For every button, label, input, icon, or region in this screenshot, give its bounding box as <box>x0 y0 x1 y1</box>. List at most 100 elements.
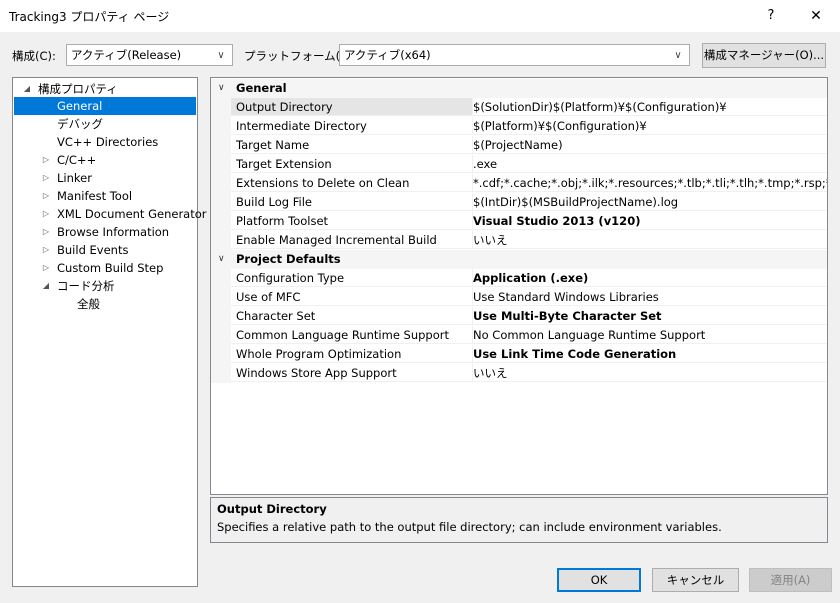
property-row-intermediate-directory[interactable]: Intermediate Directory $(Platform)¥$(Con… <box>211 117 827 136</box>
property-value[interactable]: $(ProjectName) <box>473 136 827 154</box>
window-title: Tracking3 プロパティ ページ <box>9 10 170 24</box>
tree-item-label: 全般 <box>77 297 100 311</box>
tree-item-label: C/C++ <box>57 153 97 167</box>
category-title: General <box>236 81 287 95</box>
tree-item-xml-document-generator[interactable]: ▷ XML Document Generator <box>13 205 207 223</box>
tree-item-code-analysis[interactable]: ◢ コード分析 <box>13 277 197 295</box>
tree-item-label: Linker <box>57 171 92 185</box>
collapse-icon[interactable]: ◢ <box>22 80 32 98</box>
property-name: Windows Store App Support <box>231 364 473 382</box>
expand-icon[interactable]: ▷ <box>41 151 51 169</box>
cancel-button[interactable]: キャンセル <box>652 568 739 592</box>
title-bar: Tracking3 プロパティ ページ ? ✕ <box>0 0 840 32</box>
property-value[interactable]: Use Standard Windows Libraries <box>473 288 827 306</box>
property-name: Whole Program Optimization <box>231 345 473 363</box>
property-value[interactable]: No Common Language Runtime Support <box>473 326 827 344</box>
property-value[interactable]: Visual Studio 2013 (v120) <box>473 212 827 230</box>
property-tree[interactable]: ◢ 構成プロパティ General デバッグ VC++ Directories … <box>12 77 207 587</box>
property-name: Build Log File <box>231 193 473 211</box>
tree-item-linker[interactable]: ▷ Linker <box>13 169 197 187</box>
property-row-target-name[interactable]: Target Name $(ProjectName) <box>211 136 827 155</box>
help-button[interactable]: ? <box>758 4 784 28</box>
property-value[interactable]: Application (.exe) <box>473 269 827 287</box>
property-name: Target Extension <box>231 155 473 173</box>
property-row-clr-support[interactable]: Common Language Runtime Support No Commo… <box>211 326 827 345</box>
property-value[interactable]: Use Link Time Code Generation <box>473 345 827 363</box>
chevron-down-icon: ∨ <box>217 49 225 61</box>
property-row-whole-program-optimization[interactable]: Whole Program Optimization Use Link Time… <box>211 345 827 364</box>
property-name: Common Language Runtime Support <box>231 326 473 344</box>
collapse-icon[interactable]: ◢ <box>41 277 51 295</box>
property-value[interactable]: $(Platform)¥$(Configuration)¥ <box>473 117 827 135</box>
property-name: Platform Toolset <box>231 212 473 230</box>
description-text: Specifies a relative path to the output … <box>217 520 722 534</box>
property-row-configuration-type[interactable]: Configuration Type Application (.exe) <box>211 269 827 288</box>
tree-item-label: Build Events <box>57 243 129 257</box>
config-manager-button[interactable]: 構成マネージャー(O)... <box>702 43 826 68</box>
expand-icon[interactable]: ▷ <box>41 205 51 223</box>
property-name: Output Directory <box>231 98 473 116</box>
property-value[interactable]: *.cdf;*.cache;*.obj;*.ilk;*.resources;*.… <box>473 174 827 192</box>
property-row-managed-incremental-build[interactable]: Enable Managed Incremental Build いいえ <box>211 231 827 250</box>
property-value[interactable]: いいえ <box>473 231 827 249</box>
tree-item-code-analysis-general[interactable]: 全般 <box>13 295 197 313</box>
property-name: Character Set <box>231 307 473 325</box>
config-select[interactable]: アクティブ(Release) ∨ <box>66 44 233 66</box>
tree-item-label: Browse Information <box>57 225 170 239</box>
property-value[interactable]: $(IntDir)$(MSBuildProjectName).log <box>473 193 827 211</box>
property-row-target-extension[interactable]: Target Extension .exe <box>211 155 827 174</box>
property-name: Intermediate Directory <box>231 117 473 135</box>
property-value[interactable]: .exe <box>473 155 827 173</box>
apply-button[interactable]: 適用(A) <box>749 568 832 592</box>
chevron-down-icon: ∨ <box>674 49 682 61</box>
close-icon[interactable]: ✕ <box>798 4 834 28</box>
expand-icon[interactable]: ▷ <box>41 223 51 241</box>
tree-item-label: General <box>57 99 103 113</box>
tree-item-label: コード分析 <box>57 279 115 293</box>
property-grid[interactable]: ∨ General Output Directory $(SolutionDir… <box>210 77 828 495</box>
tree-item-manifest-tool[interactable]: ▷ Manifest Tool <box>13 187 197 205</box>
tree-item-label: 構成プロパティ <box>38 82 118 96</box>
property-row-build-log-file[interactable]: Build Log File $(IntDir)$(MSBuildProject… <box>211 193 827 212</box>
property-row-extensions-to-delete[interactable]: Extensions to Delete on Clean *.cdf;*.ca… <box>211 174 827 193</box>
config-label: 構成(C): <box>12 49 56 63</box>
tree-item-build-events[interactable]: ▷ Build Events <box>13 241 197 259</box>
property-row-windows-store-app-support[interactable]: Windows Store App Support いいえ <box>211 364 827 383</box>
category-general[interactable]: ∨ General <box>211 79 827 98</box>
property-row-output-directory[interactable]: Output Directory $(SolutionDir)$(Platfor… <box>211 98 827 117</box>
tree-item-vc-directories[interactable]: VC++ Directories <box>13 133 197 151</box>
property-name: Enable Managed Incremental Build <box>231 231 473 249</box>
expand-icon[interactable]: ▷ <box>41 259 51 277</box>
collapse-chevron-icon[interactable]: ∨ <box>218 250 225 269</box>
tree-item-label: デバッグ <box>57 117 103 131</box>
config-select-value: アクティブ(Release) <box>71 48 182 62</box>
property-value[interactable]: Use Multi-Byte Character Set <box>473 307 827 325</box>
expand-icon[interactable]: ▷ <box>41 187 51 205</box>
platform-select[interactable]: アクティブ(x64) ∨ <box>339 44 690 66</box>
tree-item-custom-build-step[interactable]: ▷ Custom Build Step <box>13 259 197 277</box>
property-name: Extensions to Delete on Clean <box>231 174 473 192</box>
collapse-chevron-icon[interactable]: ∨ <box>218 79 225 98</box>
property-row-platform-toolset[interactable]: Platform Toolset Visual Studio 2013 (v12… <box>211 212 827 231</box>
property-name: Use of MFC <box>231 288 473 306</box>
property-name: Configuration Type <box>231 269 473 287</box>
platform-select-value: アクティブ(x64) <box>344 48 431 62</box>
description-title: Output Directory <box>217 502 327 516</box>
expand-icon[interactable]: ▷ <box>41 241 51 259</box>
expand-icon[interactable]: ▷ <box>41 169 51 187</box>
property-value[interactable]: いいえ <box>473 364 827 382</box>
category-project-defaults[interactable]: ∨ Project Defaults <box>211 250 827 269</box>
property-row-character-set[interactable]: Character Set Use Multi-Byte Character S… <box>211 307 827 326</box>
tree-item-label: XML Document Generator <box>57 207 207 221</box>
tree-item-label: VC++ Directories <box>57 135 159 149</box>
description-pane: Output Directory Specifies a relative pa… <box>210 497 828 543</box>
property-value[interactable]: $(SolutionDir)$(Platform)¥$(Configuratio… <box>473 98 827 116</box>
tree-item-browse-information[interactable]: ▷ Browse Information <box>13 223 197 241</box>
tree-item-cpp[interactable]: ▷ C/C++ <box>13 151 197 169</box>
property-row-use-of-mfc[interactable]: Use of MFC Use Standard Windows Librarie… <box>211 288 827 307</box>
tree-item-general[interactable]: General <box>14 97 196 115</box>
tree-item-config-properties[interactable]: ◢ 構成プロパティ <box>13 80 197 98</box>
tree-item-debugging[interactable]: デバッグ <box>13 115 197 133</box>
ok-button[interactable]: OK <box>557 568 641 592</box>
tree-item-label: Manifest Tool <box>57 189 133 203</box>
